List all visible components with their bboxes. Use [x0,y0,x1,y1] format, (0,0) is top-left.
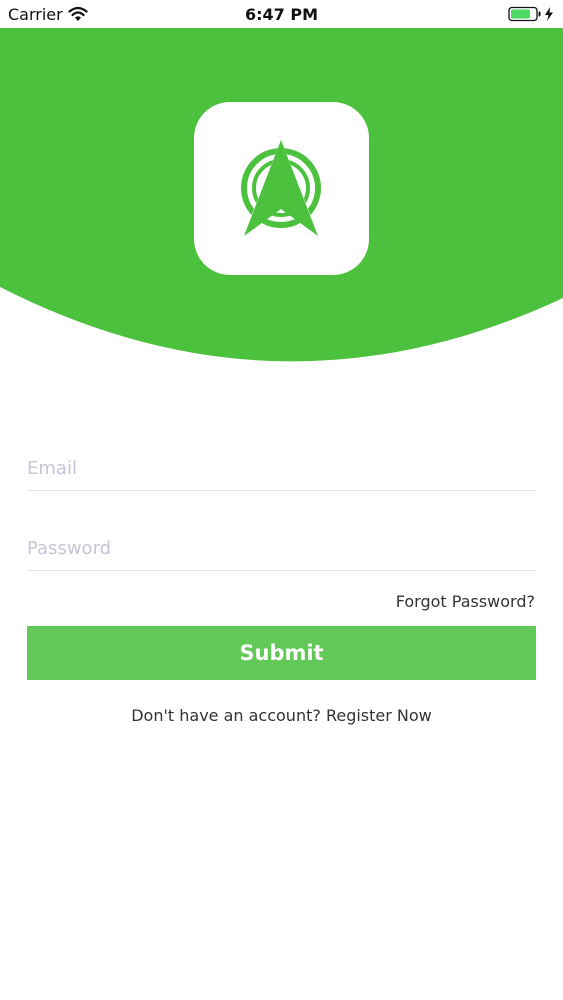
app-logo [194,102,369,275]
email-input[interactable] [27,446,536,490]
register-now-link[interactable]: Register Now [326,706,432,725]
status-time: 6:47 PM [244,5,318,24]
register-prompt-text: Don't have an account? [131,706,321,725]
forgot-password-link[interactable]: Forgot Password? [396,592,535,611]
navigation-arrow-icon [241,140,321,237]
battery-charging-icon [508,6,553,22]
login-screen: Carrier 6:47 PM Forgot Password? S [0,0,563,1000]
submit-button[interactable]: Submit [27,626,536,680]
email-field[interactable] [27,446,536,491]
password-input[interactable] [27,526,536,570]
password-field[interactable] [27,526,536,571]
status-bar: Carrier 6:47 PM [0,0,563,28]
register-prompt-line: Don't have an account? Register Now [0,706,563,725]
